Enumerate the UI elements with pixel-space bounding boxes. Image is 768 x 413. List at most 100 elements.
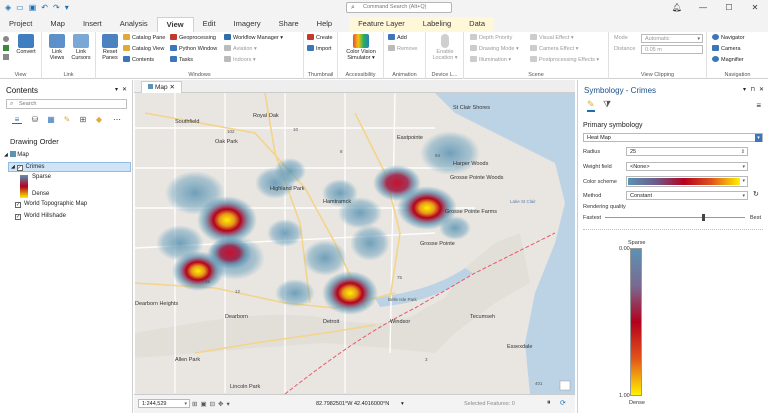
link-views-button[interactable]: Link Views [45,34,69,61]
catalog-pane-button[interactable]: Catalog Pane [123,34,165,42]
renderer-select[interactable]: Heat Map ▾ [583,133,763,142]
workflow-manager-button[interactable]: Workflow Manager ▾ [224,34,283,42]
topo-layer[interactable]: ✓ World Topographic Map [15,200,87,208]
redo-icon[interactable]: ↷ [53,3,60,12]
crimes-visibility-checkbox[interactable]: ✓ [16,165,23,171]
remove-animation-button[interactable]: Remove [388,45,417,53]
close-tab-icon[interactable]: ✕ [169,84,174,91]
color-scheme-select[interactable]: ▾ [626,176,748,187]
heat-color-ramp[interactable] [630,248,642,396]
convert-button[interactable]: Convert [12,34,40,55]
pin-pane-icon[interactable]: ⊓ [750,86,755,93]
view-small-icon[interactable] [3,36,9,42]
magnifier-button[interactable]: Magnifier [712,56,744,64]
view-small-icon[interactable] [3,54,9,60]
close-button[interactable]: ✕ [742,0,768,15]
quality-slider-track[interactable] [605,217,745,218]
import-thumbnail-button[interactable]: Import [307,45,332,53]
topo-visibility-checkbox[interactable]: ✓ [15,202,21,208]
tab-share[interactable]: Share [270,17,308,32]
quick-access-dropdown-icon[interactable]: ▾ [65,3,69,12]
minimize-button[interactable]: — [690,0,716,15]
visual-effect-button[interactable]: Visual Effect ▾ [530,34,574,42]
depth-priority-button[interactable]: Depth Priority [470,34,512,42]
list-by-labeling-icon[interactable]: ◆ [94,115,104,124]
map-view[interactable]: Royal Oak Southfield Oak Park Highland P… [135,93,575,394]
camera-effect-button[interactable]: Camera Effect ▾ [530,45,578,53]
options-menu-icon[interactable]: ≡ [756,101,761,110]
create-thumbnail-button[interactable]: Create [307,34,333,42]
map-layer[interactable]: ◢ Map [4,151,29,159]
refresh-icon[interactable]: ⟳ [560,399,566,407]
aviation-button[interactable]: Aviation ▾ [224,45,257,53]
geoprocessing-button[interactable]: Geoprocessing [170,34,216,42]
enable-location-button[interactable]: Enable Location ▾ [429,34,461,61]
method-select[interactable]: Constant ▾ [626,191,748,200]
reset-icon[interactable]: ↻ [753,190,759,198]
link-cursors-button[interactable]: Link Cursors [69,34,93,61]
contents-button[interactable]: Contents [123,56,154,64]
vary-symbology-tab-icon[interactable]: ⧩ [603,99,611,110]
pane-menu-icon[interactable]: ▾ [743,86,746,93]
list-by-editing-icon[interactable]: ✎ [62,115,72,124]
selected-features-count[interactable]: Selected Features: 0 [464,401,515,407]
scale-select[interactable]: 1:244,529 ▾ [138,399,190,408]
tab-map[interactable]: Map [41,17,74,32]
map-corner-button[interactable] [559,380,571,391]
tab-analysis[interactable]: Analysis [111,17,157,32]
list-by-selection-icon[interactable]: ▦ [46,115,56,124]
python-window-button[interactable]: Python Window [170,45,217,53]
basemap[interactable]: Royal Oak Southfield Oak Park Highland P… [135,93,575,394]
save-icon[interactable]: ▣ [29,3,37,12]
command-search-input[interactable]: ⌕ Command Search (Alt+Q) [346,2,452,13]
drawing-mode-button[interactable]: Drawing Mode ▾ [470,45,519,53]
view-small-icon[interactable] [3,45,9,51]
indoors-button[interactable]: Indoors ▾ [224,56,256,64]
open-icon[interactable]: ▭ [16,3,24,12]
pause-drawing-icon[interactable]: ⏸ [547,399,551,407]
reset-panes-button[interactable]: Reset Panes [99,34,121,61]
coordinate-units-icon[interactable]: ▾ [401,401,404,407]
tab-imagery[interactable]: Imagery [225,17,270,32]
undo-icon[interactable]: ↶ [41,3,48,12]
primary-symbology-tab-icon[interactable]: ✎ [587,99,595,112]
tab-project[interactable]: Project [0,17,41,32]
tab-data[interactable]: Data [460,17,494,32]
clipping-mode-select[interactable]: Automatic ▾ [641,34,703,43]
hillshade-visibility-checkbox[interactable]: ✓ [15,214,21,220]
quality-slider-thumb[interactable] [702,214,705,221]
illumination-button[interactable]: Illumination ▾ [470,56,511,64]
map-nav-tools-icon[interactable]: ⊞▣⊟✥▾ [192,400,233,408]
hillshade-layer[interactable]: ✓ World Hillshade [15,212,66,220]
list-by-source-icon[interactable]: ⛁ [30,115,40,124]
add-animation-button[interactable]: Add [388,34,407,42]
tab-insert[interactable]: Insert [74,17,111,32]
collapse-icon[interactable]: ◢ [4,152,8,158]
weight-field-select[interactable]: <None> ▾ [626,162,748,171]
notifications-icon[interactable]: 🔔︎ [664,0,690,15]
map-view-tab[interactable]: Map ✕ [141,81,182,93]
postprocessing-effects-button[interactable]: Postprocessing Effects ▾ [530,56,599,64]
tasks-button[interactable]: Tasks [170,56,193,64]
more-options-icon[interactable]: ⋯ [112,115,122,124]
radius-input[interactable]: 25 ⇕ [626,147,748,156]
navigator-button[interactable]: Navigator [712,34,745,42]
pane-splitter[interactable] [583,229,763,231]
tab-labeling[interactable]: Labeling [413,17,461,32]
clipping-distance-input[interactable]: 0.05 m [641,45,703,54]
color-vision-simulator-button[interactable]: Color Vision Simulator ▾ [342,34,380,61]
tab-help[interactable]: Help [308,17,341,32]
catalog-view-button[interactable]: Catalog View [123,45,164,53]
close-pane-icon[interactable]: ✕ [759,86,764,93]
tab-feature-layer[interactable]: Feature Layer [349,17,414,32]
list-by-drawing-order-icon[interactable]: ≡ [12,115,22,124]
contents-search-input[interactable]: ⌕ Search [6,99,127,109]
list-by-snapping-icon[interactable]: ⊞ [78,115,88,124]
camera-button[interactable]: Camera [712,45,741,53]
crimes-layer[interactable]: ◢ ✓ Crimes [8,162,131,172]
pane-menu-icon[interactable]: ▾ [115,86,118,93]
maximize-button[interactable]: ☐ [716,0,742,15]
tab-view[interactable]: View [156,17,194,32]
collapse-icon[interactable]: ◢ [11,164,15,170]
close-pane-icon[interactable]: ✕ [122,86,127,93]
